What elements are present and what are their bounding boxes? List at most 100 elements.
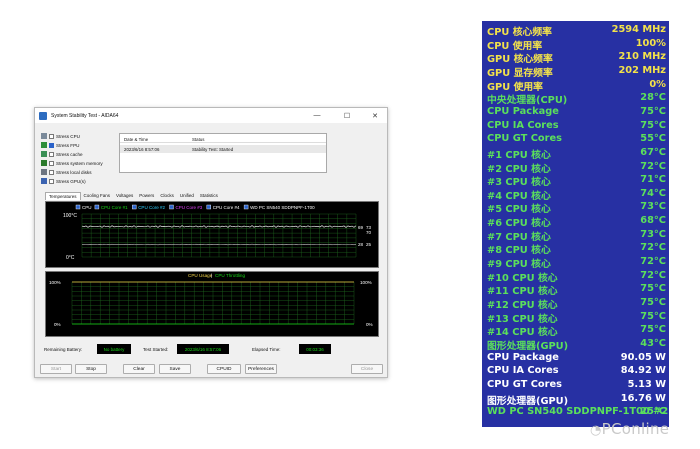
aida64-app-icon <box>39 111 47 120</box>
temperature-legend: CPU CPU Core #1 CPU Core #2 CPU Core #3 CPU … <box>75 204 315 210</box>
sensor-name: #12 CPU 核心 <box>487 300 558 311</box>
stress-disks-option[interactable]: Stress local disks <box>41 168 92 176</box>
status-column-header[interactable]: Status <box>192 137 204 142</box>
sensor-value: 202 MHz <box>618 64 666 76</box>
sensor-value: 75°C <box>640 310 666 322</box>
legend-label: WD PC SN540 SDDPNPF-1T00 <box>250 205 315 210</box>
stress-memory-checkbox[interactable] <box>49 160 54 166</box>
legend-checkbox[interactable] <box>206 204 212 210</box>
sensor-name: #6 CPU 核心 <box>487 218 551 230</box>
elapsed-time-value: 00:03:36 <box>299 344 331 354</box>
stress-fpu-option[interactable]: Stress FPU <box>41 141 79 149</box>
sensor-value: 75°C <box>640 283 666 295</box>
sensor-value: 84.92 W <box>620 365 666 377</box>
close-window-button[interactable]: ✕ <box>365 108 385 123</box>
sensor-name: #7 CPU 核心 <box>487 231 551 243</box>
stress-cpu-checkbox[interactable] <box>49 133 54 139</box>
sensor-name: GPU 使用率 <box>487 81 543 93</box>
sensor-row: CPU Package 90.05 W <box>487 352 666 366</box>
throttling-title: CPU Throttling <box>215 273 245 278</box>
stop-button[interactable]: Stop <box>75 364 107 374</box>
sensor-row: 中央处理器(CPU) 28°C <box>487 92 666 106</box>
temp-y-bottom-label: 0°C <box>66 255 75 261</box>
sensor-row: #11 CPU 核心 75°C <box>487 283 666 297</box>
title-bar[interactable]: System Stability Test - AIDA64 — ☐ ✕ <box>35 108 387 123</box>
stress-cache-option[interactable]: Stress cache <box>41 150 83 158</box>
start-button[interactable]: Start <box>40 364 72 374</box>
tab-statistics[interactable]: Statistics <box>197 192 221 200</box>
sensor-name: CPU Package <box>487 351 559 363</box>
sensor-row: #5 CPU 核心 73°C <box>487 201 666 215</box>
sensor-value: 75°C <box>640 119 666 131</box>
maximize-button[interactable]: ☐ <box>337 108 357 123</box>
table-row[interactable]: 2023/6/16 8:57:06 Stability Test: Starte… <box>120 145 326 153</box>
legend-checkbox[interactable] <box>75 204 81 210</box>
sensor-name: #11 CPU 核心 <box>487 286 558 298</box>
sensor-row: CPU 使用率 100% <box>487 38 666 52</box>
sensor-row: #2 CPU 核心 72°C <box>487 161 666 175</box>
sensor-name: #13 CPU 核心 <box>487 313 558 325</box>
stability-test-window: System Stability Test - AIDA64 — ☐ ✕ Str… <box>34 107 388 378</box>
stress-gpu-option[interactable]: Stress GPU(s) <box>41 177 86 185</box>
watermark-logo-icon: ◔ <box>590 423 602 438</box>
stress-memory-option[interactable]: Stress system memory <box>41 159 103 167</box>
legend-checkbox[interactable] <box>169 204 174 210</box>
pconline-watermark: ◔PConline <box>590 420 669 438</box>
memory-icon <box>41 160 47 166</box>
sensor-value: 75°C <box>640 297 666 308</box>
sensor-row: 图形处理器(GPU) 43°C <box>487 338 666 352</box>
sensor-name: CPU GT Cores <box>487 378 562 390</box>
tab-clocks[interactable]: Clocks <box>157 192 177 200</box>
sensor-row: 图形处理器(GPU) 16.76 W <box>487 393 666 407</box>
tab-voltages[interactable]: Voltages <box>113 192 136 200</box>
battery-value: No battery <box>97 344 131 354</box>
sensor-name: CPU 使用率 <box>487 40 543 52</box>
sensor-row: GPU 显存频率 202 MHz <box>487 65 666 79</box>
test-started-value: 2023/6/16 8:57:06 <box>177 344 229 354</box>
temperature-grid <box>81 213 357 258</box>
stress-cpu-option[interactable]: Stress CPU <box>41 132 80 140</box>
cpuid-button[interactable]: CPUID <box>207 364 241 374</box>
usage-right-bottom: 0% <box>366 322 373 327</box>
temperature-graph: CPU CPU Core #1 CPU Core #2 CPU Core #3 CPU … <box>45 201 379 268</box>
temp-right-value-5: 25 <box>366 242 372 247</box>
minimize-button[interactable]: — <box>307 108 327 123</box>
stress-gpu-checkbox[interactable] <box>49 178 54 184</box>
save-button[interactable]: Save <box>159 364 191 374</box>
stress-disks-checkbox[interactable] <box>49 169 54 175</box>
preferences-button[interactable]: Preferences <box>245 364 277 374</box>
legend-checkbox[interactable] <box>94 204 100 210</box>
tab-powers[interactable]: Powers <box>136 192 157 200</box>
legend-label: CPU Core #4 <box>213 205 240 210</box>
stress-cache-checkbox[interactable] <box>49 151 54 157</box>
clear-button[interactable]: Clear <box>123 364 155 374</box>
legend-checkbox[interactable] <box>243 204 249 210</box>
sensor-name: #10 CPU 核心 <box>487 272 558 284</box>
tab-unified[interactable]: Unified <box>177 192 197 200</box>
datetime-column-header[interactable]: Date & Time <box>124 137 148 142</box>
gpu-icon <box>41 178 47 184</box>
sensor-name: 中央处理器(CPU) <box>487 95 568 107</box>
tab-cooling-fans[interactable]: Cooling Fans <box>81 192 114 200</box>
sensor-value: 16.76 W <box>620 392 666 404</box>
cpu-usage-graph: CPU Usage | CPU Throttling 100% 0% 100% … <box>45 271 379 337</box>
legend-checkbox[interactable] <box>131 204 137 210</box>
sensor-name: CPU 核心频率 <box>487 27 552 38</box>
sensor-value: 25°C <box>640 406 666 418</box>
sensor-value: 55°C <box>640 133 666 145</box>
usage-left-top: 100% <box>49 280 61 285</box>
stress-fpu-checkbox[interactable] <box>49 142 54 148</box>
elapsed-time-label: Elapsed Time: <box>252 347 281 352</box>
window-title: System Stability Test - AIDA64 <box>51 112 119 119</box>
sensor-row: #12 CPU 核心 75°C <box>487 297 666 311</box>
sensor-name: #5 CPU 核心 <box>487 204 551 216</box>
sensor-name: GPU 核心频率 <box>487 54 553 66</box>
sensor-name: #8 CPU 核心 <box>487 245 551 257</box>
stress-memory-label: Stress system memory <box>56 160 103 166</box>
graph-tabs: Temperatures Cooling Fans Voltages Power… <box>45 192 221 200</box>
close-button[interactable]: Close <box>351 364 383 374</box>
sensor-name: #1 CPU 核心 <box>487 149 551 161</box>
sensor-value: 72°C <box>640 160 666 172</box>
sensor-value: 28°C <box>640 92 666 104</box>
tab-temperatures[interactable]: Temperatures <box>45 192 81 200</box>
